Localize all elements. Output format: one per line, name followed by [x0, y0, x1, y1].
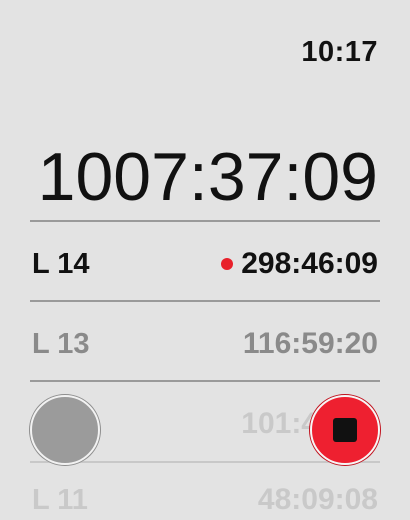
lap-row: L 11 48:09:08 — [32, 480, 378, 520]
status-time: 10:17 — [301, 36, 378, 68]
divider — [30, 380, 380, 382]
stop-icon — [333, 418, 357, 442]
lap-time: 48:09:08 — [257, 483, 378, 516]
lap-time: 101:4 — [241, 407, 318, 440]
divider — [30, 461, 380, 463]
lap-time: 298:46:09 — [221, 247, 378, 281]
lap-time-value: 298:46:09 — [241, 247, 378, 280]
lap-label: L 13 — [32, 327, 90, 360]
main-timer: 1007:37:09 — [37, 139, 378, 215]
divider — [30, 300, 380, 302]
recording-dot-icon — [221, 258, 234, 270]
stop-button[interactable] — [310, 395, 380, 465]
lap-time: 116:59:20 — [242, 327, 378, 360]
lap-button[interactable] — [30, 395, 100, 465]
lap-label: L 14 — [32, 247, 90, 280]
lap-row-current: L 14 298:46:09 — [32, 244, 378, 284]
lap-label: L 11 — [32, 483, 88, 516]
lap-row: L 13 116:59:20 — [32, 324, 378, 364]
divider — [30, 220, 380, 222]
